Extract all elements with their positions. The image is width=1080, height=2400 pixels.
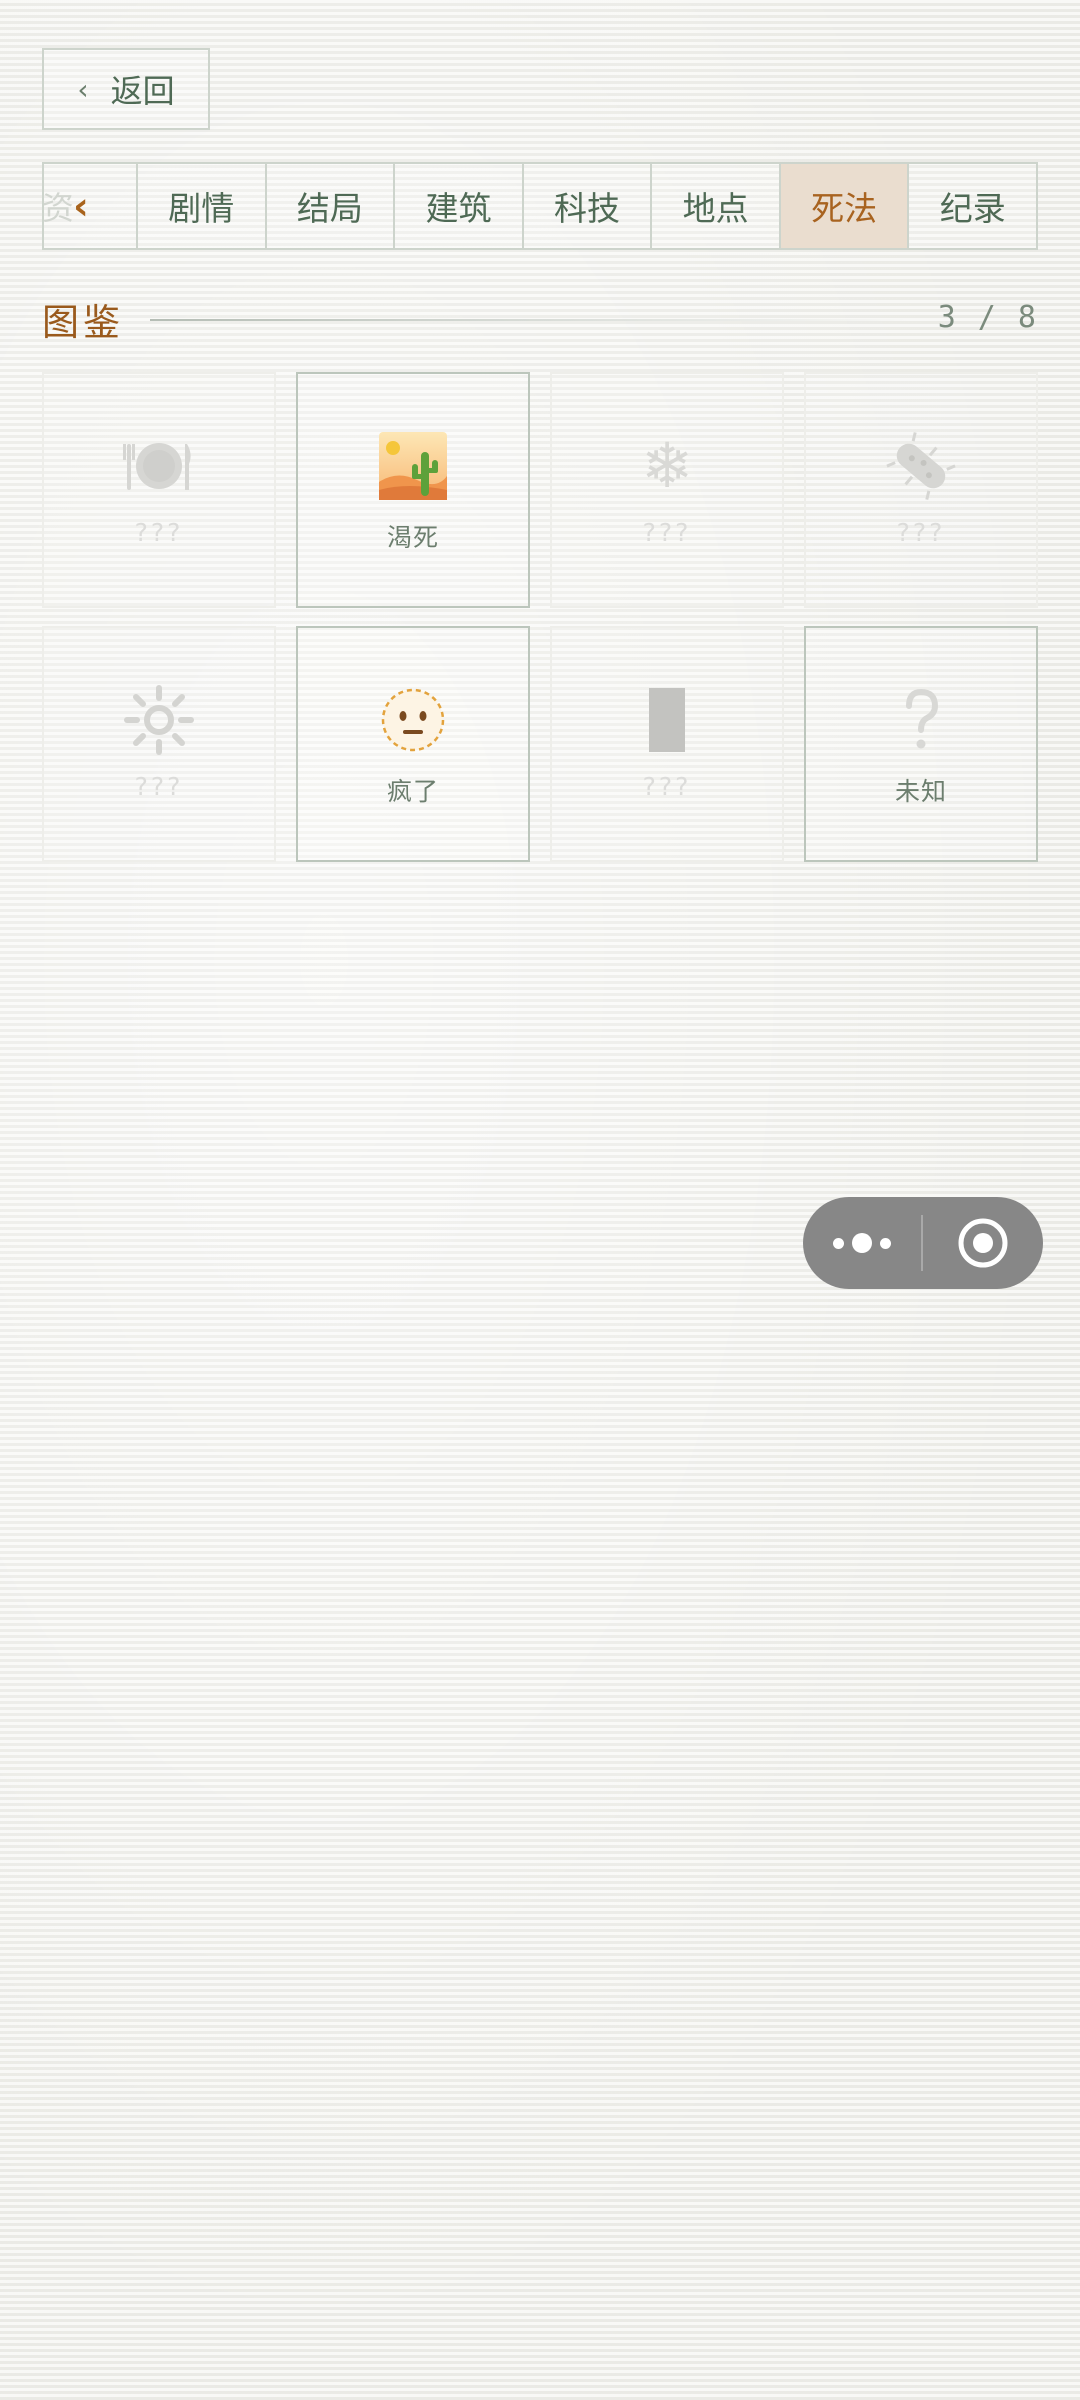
- tab-partial-label: 资: [44, 189, 75, 227]
- section-title: 图鉴: [42, 301, 124, 344]
- collection-card-thirst[interactable]: 渴死: [296, 372, 530, 608]
- collection-count: 3 / 8: [937, 300, 1038, 335]
- tab-records[interactable]: 纪录: [909, 164, 1036, 248]
- dot: [833, 1237, 844, 1249]
- tab-scroll-left-button[interactable]: 资 ‹: [44, 164, 138, 248]
- sun-icon: [123, 684, 195, 756]
- collection-card-locked[interactable]: ???: [42, 626, 276, 862]
- card-label: ???: [134, 772, 184, 801]
- desert-cactus-icon: [377, 430, 449, 502]
- collection-card-locked[interactable]: ???: [42, 372, 276, 608]
- card-label: ???: [642, 772, 692, 801]
- collection-card-locked[interactable]: ???: [550, 626, 784, 862]
- card-label: ???: [896, 518, 946, 547]
- chevron-left-icon: ‹: [73, 184, 89, 228]
- card-label: 疯了: [386, 777, 439, 806]
- card-label: ???: [642, 518, 692, 547]
- plate-cutlery-icon: [123, 430, 195, 502]
- tab-story[interactable]: 剧情: [138, 164, 267, 248]
- collection-card-locked[interactable]: ???: [804, 372, 1038, 608]
- back-button[interactable]: ‹ 返回: [42, 48, 210, 130]
- card-label: 渴死: [386, 523, 439, 552]
- collection-card-locked[interactable]: ❄ ???: [550, 372, 784, 608]
- card-label: 未知: [894, 777, 947, 806]
- tab-buildings[interactable]: 建筑: [395, 164, 524, 248]
- microbe-icon: [885, 430, 957, 502]
- dotted-face-icon: [377, 684, 449, 756]
- more-dots-icon[interactable]: [803, 1197, 921, 1289]
- collection-card-insane[interactable]: 疯了: [296, 626, 530, 862]
- question-mark-icon: [885, 684, 957, 756]
- snowflake-icon: ❄: [641, 429, 693, 502]
- tab-endings[interactable]: 结局: [267, 164, 396, 248]
- tab-deaths[interactable]: 死法: [780, 164, 910, 248]
- target-close-icon[interactable]: [923, 1197, 1043, 1289]
- category-tabs: 资 ‹ 剧情 结局 建筑 科技 地点 死法 纪录: [42, 162, 1038, 250]
- dark-block-icon: [631, 684, 703, 756]
- menu-capsule: [803, 1197, 1043, 1289]
- collection-card-unknown[interactable]: 未知: [804, 626, 1038, 862]
- section-divider: [150, 319, 910, 321]
- dot: [852, 1233, 872, 1253]
- dot: [880, 1237, 891, 1249]
- tab-tech[interactable]: 科技: [524, 164, 653, 248]
- chevron-left-icon: ‹: [77, 72, 89, 106]
- back-button-label: 返回: [110, 72, 175, 110]
- tab-locations[interactable]: 地点: [652, 164, 781, 248]
- collection-grid: ??? 渴死 ❄ ??? ??? ??? 疯了 ??? 未知: [42, 372, 1038, 862]
- card-label: ???: [134, 518, 184, 547]
